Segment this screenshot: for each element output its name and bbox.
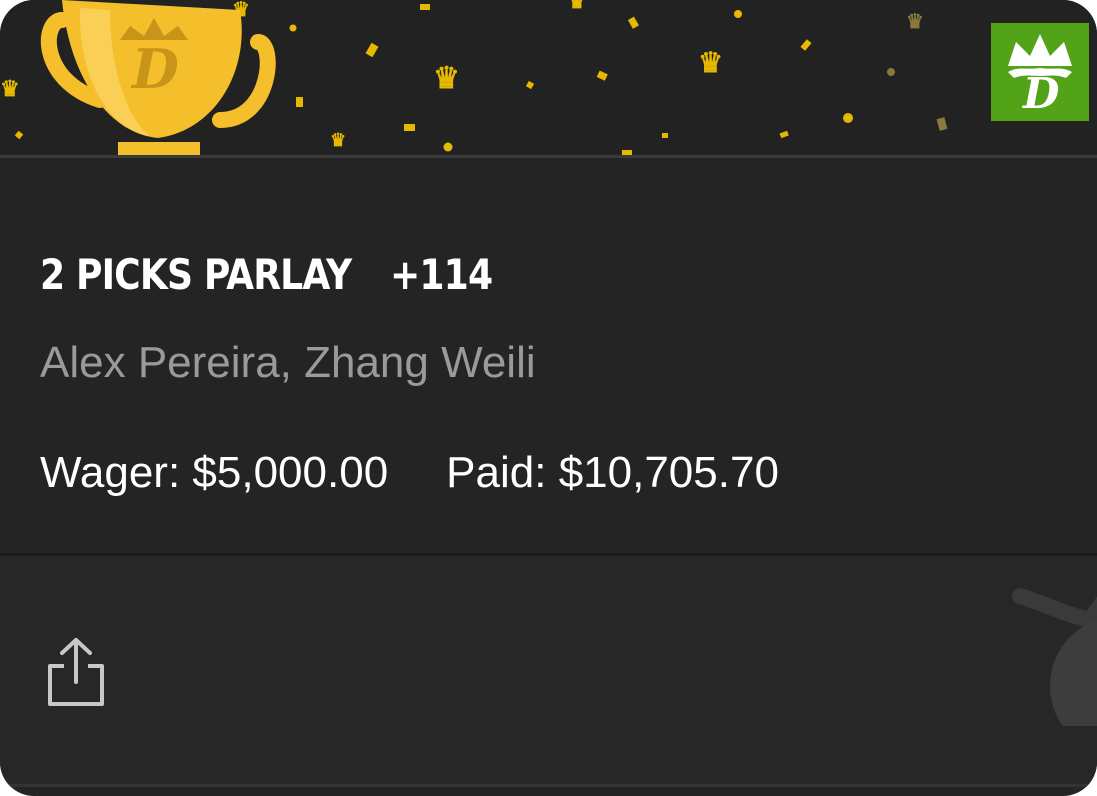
svg-text:D: D (130, 37, 179, 101)
svg-text:♛: ♛ (0, 76, 20, 102)
bet-header: 2 PICKS PARLAY +114 (40, 250, 509, 299)
bet-receipt-card: ♛ ♛ ♛ ♛ ♛ ♛ ♛ D D 2 PICKS PARLAY +114 Al… (0, 0, 1097, 796)
share-button[interactable] (40, 634, 112, 710)
paid-label: Paid: (446, 448, 547, 497)
svg-text:♛: ♛ (433, 61, 460, 96)
bet-amounts: Wager: $5,000.00 Paid: $10,705.70 (40, 448, 779, 498)
bet-selections: Alex Pereira, Zhang Weili (40, 338, 536, 387)
svg-text:D: D (1022, 69, 1060, 112)
crown-d-logo-icon: D (1008, 34, 1072, 112)
svg-text:♛: ♛ (330, 130, 346, 151)
wager-label: Wager: (40, 448, 181, 497)
bet-details: 2 PICKS PARLAY +114 Alex Pereira, Zhang … (0, 158, 1097, 553)
svg-text:♛: ♛ (906, 9, 924, 33)
action-footer (0, 556, 1097, 786)
paid-value: $10,705.70 (558, 448, 779, 497)
brand-logo-icon[interactable]: D (991, 23, 1089, 121)
wager-value: $5,000.00 (192, 448, 389, 497)
svg-text:♛: ♛ (698, 46, 723, 79)
bet-odds: +114 (390, 250, 493, 299)
paid-group: Paid: $10,705.70 (446, 448, 779, 498)
bottom-divider (0, 784, 1097, 787)
svg-text:♛: ♛ (568, 0, 586, 13)
celebration-banner: ♛ ♛ ♛ ♛ ♛ ♛ ♛ D D (0, 0, 1097, 155)
trophy-icon: D (40, 0, 276, 155)
bet-title: 2 PICKS PARLAY (40, 250, 352, 299)
wager-group: Wager: $5,000.00 (40, 448, 388, 498)
share-icon (48, 638, 104, 706)
watermark-decoration (1012, 588, 1097, 726)
